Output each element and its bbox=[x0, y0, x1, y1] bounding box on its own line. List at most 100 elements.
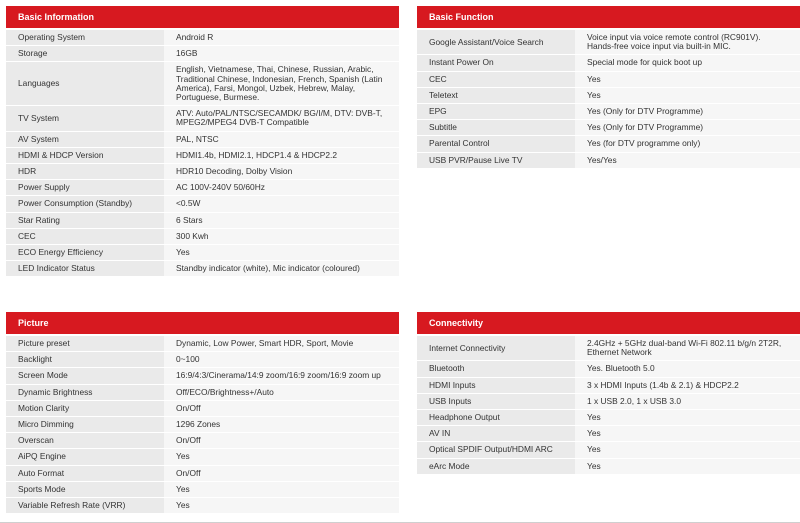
spec-value: Yes bbox=[575, 71, 800, 88]
spec-label: AV System bbox=[6, 131, 164, 148]
spec-row: Headphone Output Yes bbox=[417, 409, 800, 427]
spec-row: Dynamic Brightness Off/ECO/Brightness+/Au… bbox=[6, 384, 399, 401]
spec-label: CEC bbox=[6, 228, 164, 246]
spec-value: Yes. Bluetooth 5.0 bbox=[575, 360, 800, 378]
spec-label: CEC bbox=[417, 71, 575, 88]
spec-value: English, Vietnamese, Thai, Chinese, Russ… bbox=[164, 61, 399, 107]
spec-value: Dynamic, Low Power, Smart HDR, Sport, Mo… bbox=[164, 336, 399, 353]
spec-value: 2.4GHz + 5GHz dual-band Wi-Fi 802.11 b/g… bbox=[575, 336, 800, 362]
spec-row: Screen Mode 16:9/4:3/Cinerama/14:9 zoom/1… bbox=[6, 367, 399, 385]
spec-label: Motion Clarity bbox=[6, 400, 164, 418]
spec-row: AV System PAL, NTSC bbox=[6, 131, 399, 148]
spec-label: Sports Mode bbox=[6, 481, 164, 499]
spec-row: Languages English, Vietnamese, Thai, Chin… bbox=[6, 61, 399, 107]
spec-row: HDR HDR10 Decoding, Dolby Vision bbox=[6, 163, 399, 181]
spec-row: Teletext Yes bbox=[417, 87, 800, 105]
spec-row: TV System ATV: Auto/PAL/NTSC/SECAMDK/ BG/… bbox=[6, 105, 399, 132]
spec-value: Yes bbox=[575, 409, 800, 427]
spec-row: Operating System Android R bbox=[6, 30, 399, 47]
spec-label: Subtitle bbox=[417, 119, 575, 137]
spec-value: Yes bbox=[575, 87, 800, 105]
spec-label: Dynamic Brightness bbox=[6, 384, 164, 401]
spec-label: Variable Refresh Rate (VRR) bbox=[6, 497, 164, 515]
spec-label: Storage bbox=[6, 45, 164, 63]
spec-value: On/Off bbox=[164, 432, 399, 450]
spec-value: Yes bbox=[164, 481, 399, 499]
spec-label: Headphone Output bbox=[417, 409, 575, 427]
spec-value: Yes (Only for DTV Programme) bbox=[575, 119, 800, 137]
spec-row: EPG Yes (Only for DTV Programme) bbox=[417, 103, 800, 121]
spec-label: Power Consumption (Standby) bbox=[6, 195, 164, 213]
spec-label: TV System bbox=[6, 105, 164, 132]
spec-label: eArc Mode bbox=[417, 458, 575, 475]
spec-value: HDR10 Decoding, Dolby Vision bbox=[164, 163, 399, 181]
spec-value: ATV: Auto/PAL/NTSC/SECAMDK/ BG/I/M, DTV:… bbox=[164, 105, 399, 132]
spec-label: Power Supply bbox=[6, 179, 164, 197]
spec-value: Voice input via voice remote control (RC… bbox=[575, 30, 800, 56]
spec-table: Internet Connectivity 2.4GHz + 5GHz dual-… bbox=[417, 336, 800, 475]
spec-row: Power Supply AC 100V-240V 50/60Hz bbox=[6, 179, 399, 197]
spec-row: Google Assistant/Voice Search Voice input… bbox=[417, 30, 800, 56]
spec-row: Storage 16GB bbox=[6, 45, 399, 63]
spec-row: USB Inputs 1 x USB 2.0, 1 x USB 3.0 bbox=[417, 393, 800, 411]
spec-label: LED Indicator Status bbox=[6, 260, 164, 278]
spec-value: Yes bbox=[164, 497, 399, 515]
spec-label: Google Assistant/Voice Search bbox=[417, 30, 575, 56]
spec-table: Google Assistant/Voice Search Voice input… bbox=[417, 30, 800, 169]
spec-value: Android R bbox=[164, 30, 399, 47]
spec-label: USB Inputs bbox=[417, 393, 575, 411]
spec-value: Yes (Only for DTV Programme) bbox=[575, 103, 800, 121]
spec-label: Optical SPDIF Output/HDMI ARC bbox=[417, 441, 575, 459]
spec-value: On/Off bbox=[164, 400, 399, 418]
spec-value: 16GB bbox=[164, 45, 399, 63]
spec-row: Optical SPDIF Output/HDMI ARC Yes bbox=[417, 441, 800, 459]
spec-value: HDMI1.4b, HDMI2.1, HDCP1.4 & HDCP2.2 bbox=[164, 147, 399, 165]
spec-value: 6 Stars bbox=[164, 212, 399, 229]
spec-row: Micro Dimming 1296 Zones bbox=[6, 416, 399, 434]
spec-label: Teletext bbox=[417, 87, 575, 105]
panel-title: Basic Function bbox=[417, 6, 800, 28]
spec-value: Off/ECO/Brightness+/Auto bbox=[164, 384, 399, 401]
spec-label: HDR bbox=[6, 163, 164, 181]
spec-value: PAL, NTSC bbox=[164, 131, 399, 148]
spec-value: 0~100 bbox=[164, 351, 399, 369]
spec-value: 1 x USB 2.0, 1 x USB 3.0 bbox=[575, 393, 800, 411]
spec-table: Picture preset Dynamic, Low Power, Smart … bbox=[6, 336, 399, 515]
spec-row: Picture preset Dynamic, Low Power, Smart … bbox=[6, 336, 399, 353]
spec-label: Auto Format bbox=[6, 465, 164, 482]
spec-value: 300 Kwh bbox=[164, 228, 399, 246]
connectivity-panel: Connectivity Internet Connectivity 2.4GHz… bbox=[417, 312, 800, 475]
spec-value: 1296 Zones bbox=[164, 416, 399, 434]
spec-value: Special mode for quick boot up bbox=[575, 54, 800, 72]
spec-row: Star Rating 6 Stars bbox=[6, 212, 399, 229]
spec-row: Overscan On/Off bbox=[6, 432, 399, 450]
spec-row: Motion Clarity On/Off bbox=[6, 400, 399, 418]
spec-table: Operating System Android R Storage 16GB Lang… bbox=[6, 30, 399, 278]
spec-row: Backlight 0~100 bbox=[6, 351, 399, 369]
spec-value: <0.5W bbox=[164, 195, 399, 213]
spec-value: On/Off bbox=[164, 465, 399, 482]
spec-value: Standby indicator (white), Mic indicator… bbox=[164, 260, 399, 278]
spec-row: HDMI Inputs 3 x HDMI Inputs (1.4b & 2.1) … bbox=[417, 377, 800, 394]
spec-label: AV IN bbox=[417, 425, 575, 443]
spec-row: CEC 300 Kwh bbox=[6, 228, 399, 246]
spec-label: Screen Mode bbox=[6, 367, 164, 385]
spec-value: Yes bbox=[575, 441, 800, 459]
spec-row: ECO Energy Efficiency Yes bbox=[6, 244, 399, 262]
basic-information-panel: Basic Information Operating System Androi… bbox=[6, 6, 399, 278]
spec-label: HDMI Inputs bbox=[417, 377, 575, 394]
spec-value: Yes (for DTV programme only) bbox=[575, 135, 800, 153]
spec-row: USB PVR/Pause Live TV Yes/Yes bbox=[417, 152, 800, 169]
spec-row: CEC Yes bbox=[417, 71, 800, 88]
spec-row: Sports Mode Yes bbox=[6, 481, 399, 499]
spec-row: eArc Mode Yes bbox=[417, 458, 800, 475]
spec-label: Bluetooth bbox=[417, 360, 575, 378]
spec-row: AiPQ Engine Yes bbox=[6, 448, 399, 466]
panel-title: Connectivity bbox=[417, 312, 800, 334]
spec-label: AiPQ Engine bbox=[6, 448, 164, 466]
spec-row: LED Indicator Status Standby indicator (w… bbox=[6, 260, 399, 278]
spec-label: Micro Dimming bbox=[6, 416, 164, 434]
panel-title: Picture bbox=[6, 312, 399, 334]
spec-value: Yes bbox=[575, 458, 800, 475]
spec-label: Internet Connectivity bbox=[417, 336, 575, 362]
